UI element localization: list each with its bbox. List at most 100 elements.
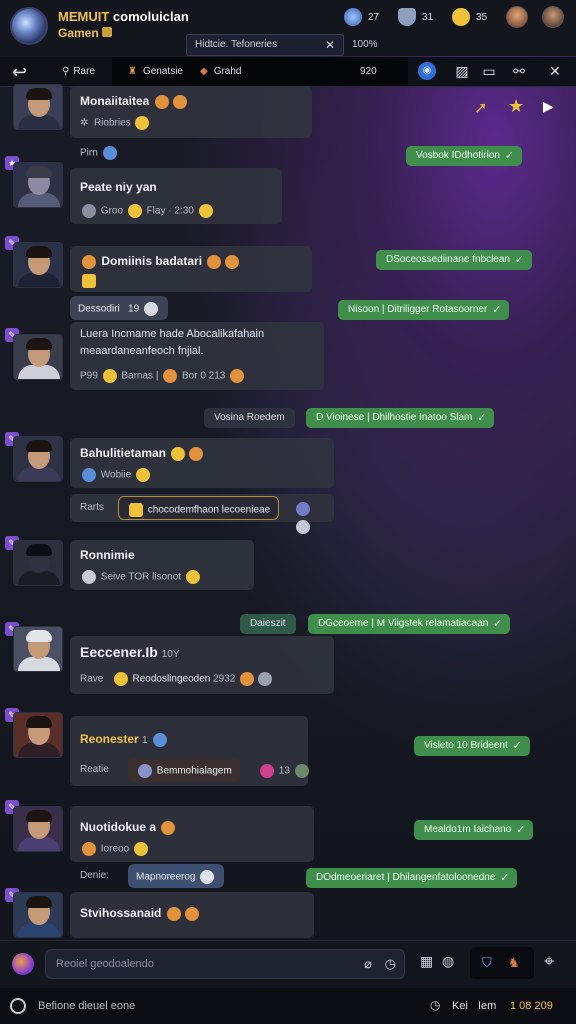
sent-message[interactable]: Visleto 10 Brideent — [414, 736, 530, 756]
reply-chip[interactable]: Bemmohialagem — [128, 758, 240, 782]
message-author: Peate niy yan — [80, 180, 157, 194]
stat-shield[interactable]: 31 — [398, 6, 433, 28]
shield-icon — [398, 8, 416, 26]
stat-smiley[interactable]: 35 — [452, 6, 487, 28]
avatar[interactable] — [13, 712, 63, 758]
app-subtitle: Gamen — [58, 26, 113, 40]
app-logo[interactable] — [10, 7, 48, 45]
reply-chip[interactable]: Mapnoreerog — [128, 864, 225, 888]
gem-icon: ◆ — [200, 66, 208, 77]
avatar[interactable] — [13, 242, 63, 288]
calendar-icon[interactable]: ▦ — [420, 953, 433, 970]
status-icon — [10, 998, 26, 1014]
search-value: Hidtcie. Tefoneries — [195, 39, 278, 50]
attach-icon[interactable]: ⌀ — [364, 956, 372, 972]
avatar[interactable] — [13, 84, 63, 130]
sent-message[interactable]: DGceoeme | M Viigstek relamatiacaan — [308, 614, 511, 634]
message-author: Domiinis badatari — [80, 254, 241, 269]
close-icon[interactable]: ✕ — [325, 38, 335, 52]
arrow-up-icon[interactable]: ➚ — [474, 98, 487, 118]
message-author: Eeccener.Ib 10Y — [80, 644, 180, 660]
link-icon[interactable]: ⚯ — [510, 62, 528, 80]
reactions[interactable] — [294, 500, 326, 534]
message-text: Ioreoo — [80, 842, 150, 856]
message-status: Pirn — [80, 146, 119, 160]
avatar[interactable] — [13, 626, 63, 672]
message-author: Reonester 1 — [80, 732, 169, 747]
message-author: Ronnimie — [80, 548, 135, 562]
message-label: Reatie — [80, 764, 109, 775]
message-meta: 13 — [258, 764, 311, 778]
globe-icon — [344, 8, 362, 26]
search-input[interactable]: Hidtcie. Tefoneries ✕ — [186, 34, 344, 56]
message-text: Groo Flay · 2:30 — [80, 204, 215, 218]
sent-message[interactable]: DOdmeoeriaret | Dhilangenfatoloonedne — [306, 868, 518, 888]
sticker-icon[interactable] — [12, 953, 34, 975]
message-input[interactable]: Reoiel geodoalendo ⌀ ◷ — [45, 949, 405, 979]
boot-icon[interactable]: ♞ — [508, 955, 520, 971]
message-meta: P99 Barnas | Bor 0 213 — [80, 369, 246, 383]
avatar[interactable] — [13, 806, 63, 852]
star-icon[interactable]: ★ — [508, 96, 524, 117]
avatar[interactable] — [13, 436, 63, 482]
status-bar: Befione dieuel eone ◷ Kei Iem 1 08 209 — [0, 988, 576, 1024]
window-icon[interactable]: ▭ — [480, 62, 498, 80]
send-icon[interactable]: ⌖ — [544, 951, 554, 972]
message-text: Seive TOR lisonot — [80, 570, 202, 584]
avatar[interactable] — [13, 334, 63, 380]
tab-genatsie[interactable]: ♜ Genatsie — [128, 57, 183, 86]
top-bar: MEMUIT comoluiclan Gamen 27 31 35 Hidtci… — [0, 0, 576, 56]
sent-message[interactable]: Vosbok IDdhotirion — [406, 146, 522, 166]
sent-message[interactable]: Nisoon | Ditriligger Rotasoorner — [338, 300, 510, 320]
message-label: Denie: — [80, 870, 109, 881]
record-icon[interactable]: ◉ — [418, 62, 436, 80]
chat-icon[interactable]: ▶ — [543, 98, 554, 115]
composer: Reoiel geodoalendo ⌀ ◷ ▦ ◍ ⛉ ♞ ⌖ — [0, 940, 576, 986]
message-placeholder: Reoiel geodoalendo — [56, 958, 154, 970]
message-author: Stvihossanaid — [80, 906, 201, 921]
avatar[interactable] — [13, 540, 63, 586]
friend-avatar[interactable] — [506, 6, 528, 28]
reply-chip[interactable]: Dessodiri 19 — [70, 296, 168, 320]
message-text — [80, 274, 98, 288]
message-author: Bahulitietaman — [80, 446, 205, 461]
smiley-icon — [452, 8, 470, 26]
toolbar-count: 920 — [360, 66, 377, 77]
status-value: Iem — [478, 1000, 497, 1012]
message-bubble — [70, 246, 312, 292]
image-icon[interactable]: ▨ — [453, 62, 471, 80]
avatar[interactable] — [13, 892, 63, 938]
reply-tag[interactable]: Vosina Roedem — [204, 408, 295, 428]
reply-chip[interactable]: chocodemfhaon lecoenieae — [118, 496, 280, 520]
trophy-icon: ♜ — [128, 66, 137, 77]
toolbar: ↩ ⚲ Rare ♜ Genatsie ◆ Grahd 920 ◉ ▨ ▭ ⚯ … — [0, 57, 576, 87]
tab-grahd[interactable]: ◆ Grahd — [200, 57, 242, 86]
message-text: Luera Incmame hade Abocalikafahain — [80, 328, 265, 340]
message-author: Monaiitaitea — [80, 94, 189, 109]
page-info: 100% — [352, 39, 378, 50]
globe-icon[interactable]: ◍ — [442, 953, 454, 970]
profile-avatar[interactable] — [542, 6, 564, 28]
message-text: meaardaneanfeoch fnjial. — [80, 345, 204, 357]
reply-tag[interactable]: Daieszit — [240, 614, 296, 634]
sparkle-icon: ✲ — [80, 117, 89, 129]
status-label: Kei — [452, 1000, 468, 1012]
back-arrow-icon[interactable]: ↩ — [12, 62, 27, 83]
message-text: Wobiie — [80, 468, 152, 482]
sent-message[interactable]: Mealdo1m Iaichano — [414, 820, 534, 840]
shield-icon[interactable]: ⛉ — [482, 955, 492, 971]
message-author: Nuotidokue a — [80, 820, 177, 835]
avatar[interactable] — [13, 162, 63, 208]
tab-rare[interactable]: ⚲ Rare — [62, 57, 95, 86]
message-label: Rarts — [80, 502, 104, 513]
stat-globe[interactable]: 27 — [344, 6, 379, 28]
status-left: Befione dieuel eone — [38, 1000, 136, 1012]
status-time: 1 08 209 — [510, 1000, 553, 1012]
close-icon[interactable]: ✕ — [546, 62, 564, 80]
timer-icon: ◷ — [430, 998, 441, 1012]
reaction-tray: ⛉ ♞ — [470, 947, 534, 979]
sent-message[interactable]: D Vioinese | Dhilhostie Inatoo Slam — [306, 408, 495, 428]
user-icon: ⚲ — [62, 66, 70, 77]
clock-icon[interactable]: ◷ — [385, 956, 396, 972]
sent-message[interactable]: DSoceossediinane fnbclean — [376, 250, 532, 270]
